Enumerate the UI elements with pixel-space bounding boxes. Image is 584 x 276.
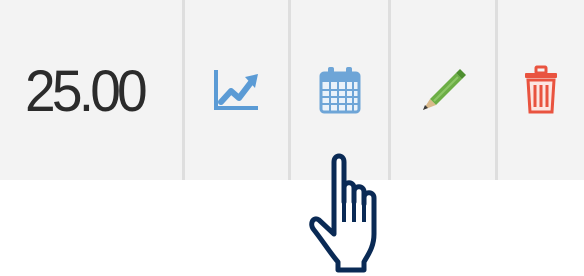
edit-cell <box>388 0 495 180</box>
schedule-button[interactable] <box>318 65 362 115</box>
trash-icon <box>525 65 557 114</box>
chart-cell <box>182 0 288 180</box>
chart-button[interactable] <box>212 68 262 112</box>
amount-cell: 25.00 <box>0 0 182 180</box>
amount-value: 25.00 <box>25 58 148 124</box>
delete-button[interactable] <box>523 65 559 115</box>
calendar-icon <box>319 67 360 114</box>
delete-cell <box>495 0 584 180</box>
edit-button[interactable] <box>416 63 470 117</box>
line-chart-icon <box>213 70 258 110</box>
table-row: 25.00 <box>0 0 584 180</box>
pencil-icon <box>423 69 466 110</box>
hand-pointer-icon <box>309 153 377 273</box>
